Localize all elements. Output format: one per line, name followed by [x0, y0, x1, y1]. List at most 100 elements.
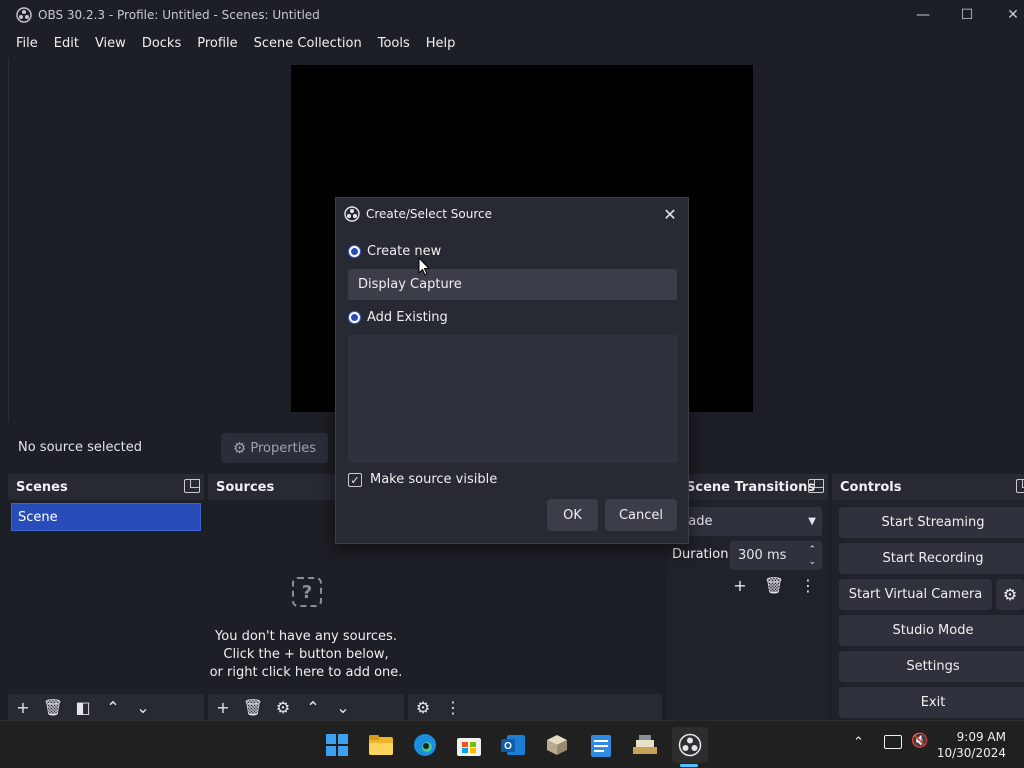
microsoft-store-icon[interactable] — [453, 729, 485, 761]
menu-bar: File Edit View Docks Profile Scene Colle… — [0, 30, 1024, 56]
duration-spinbox[interactable]: 300 ms ⌃ ⌄ — [730, 541, 822, 570]
outlook-icon[interactable]: O — [497, 729, 529, 761]
close-window-button[interactable]: ✕ — [990, 0, 1024, 30]
advanced-audio-button[interactable]: ⚙ — [408, 694, 438, 720]
edge-browser-icon[interactable] — [409, 729, 441, 761]
empty-line-3: or right click here to add one. — [209, 665, 403, 680]
remove-transition-button[interactable]: 🗑 — [759, 572, 789, 598]
exit-button[interactable]: Exit — [839, 687, 1024, 718]
close-icon: ✕ — [1007, 7, 1019, 23]
dialog-close-button[interactable]: ✕ — [660, 204, 680, 224]
add-transition-button[interactable]: + — [725, 572, 755, 598]
add-source-button[interactable]: + — [208, 694, 238, 720]
windows-start-icon[interactable] — [321, 729, 353, 761]
move-scene-down-button[interactable]: ⌄ — [128, 694, 158, 720]
speaker-muted-icon[interactable]: 🔇 — [911, 733, 928, 749]
make-visible-checkbox[interactable]: ✓ — [348, 473, 362, 487]
scenes-dock-header: Scenes — [8, 474, 204, 500]
empty-line-1: You don't have any sources. — [215, 629, 397, 644]
duration-label: Duration — [672, 547, 729, 562]
network-icon[interactable] — [884, 735, 902, 749]
chevron-up-icon: ⌃ — [106, 697, 120, 717]
scenes-toolbar: + 🗑 ◧ ⌃ ⌄ — [8, 694, 204, 720]
notepad-icon[interactable] — [585, 729, 617, 761]
move-source-up-button[interactable]: ⌃ — [298, 694, 328, 720]
more-vertical-icon: ⋮ — [800, 575, 816, 595]
sources-title: Sources — [216, 479, 275, 495]
move-source-down-button[interactable]: ⌄ — [328, 694, 358, 720]
menu-view[interactable]: View — [87, 36, 134, 51]
existing-sources-list[interactable] — [348, 335, 678, 463]
chevron-down-icon: ▼ — [808, 516, 816, 527]
start-recording-label: Start Recording — [882, 551, 984, 566]
properties-button[interactable]: ⚙ Properties — [221, 433, 328, 463]
studio-mode-button[interactable]: Studio Mode — [839, 615, 1024, 646]
add-existing-radio[interactable] — [348, 311, 361, 324]
obs-studio-icon[interactable] — [672, 727, 708, 763]
plus-icon: + — [733, 575, 747, 595]
menu-tools[interactable]: Tools — [370, 36, 418, 51]
transition-menu-button[interactable]: ⋮ — [793, 572, 823, 598]
start-virtual-camera-button[interactable]: Start Virtual Camera — [839, 579, 992, 610]
menu-edit[interactable]: Edit — [46, 36, 87, 51]
scenes-list[interactable]: Scene — [8, 500, 204, 694]
move-scene-up-button[interactable]: ⌃ — [98, 694, 128, 720]
mixer-menu-button[interactable]: ⋮ — [438, 694, 468, 720]
empty-line-2: Click the + button below, — [223, 647, 389, 662]
stack-app-icon[interactable] — [629, 729, 661, 761]
scene-list-item[interactable]: Scene — [11, 503, 201, 531]
menu-file[interactable]: File — [8, 36, 46, 51]
minimize-button[interactable]: — — [900, 0, 946, 30]
add-scene-button[interactable]: + — [8, 694, 38, 720]
start-recording-button[interactable]: Start Recording — [839, 543, 1024, 574]
chevron-up-icon: ⌃ — [306, 697, 320, 717]
undock-icon[interactable] — [808, 479, 824, 493]
obs-logo-icon — [16, 7, 32, 23]
undock-icon[interactable] — [1016, 479, 1024, 493]
settings-button[interactable]: Settings — [839, 651, 1024, 682]
source-name-input[interactable]: Display Capture — [348, 269, 677, 300]
menu-scene-collection[interactable]: Scene Collection — [246, 36, 370, 51]
menu-docks[interactable]: Docks — [134, 36, 189, 51]
menu-profile[interactable]: Profile — [189, 36, 245, 51]
mouse-cursor-icon — [418, 257, 430, 276]
obs-main-window: OBS 30.2.3 - Profile: Untitled - Scenes:… — [0, 0, 1024, 720]
undock-icon[interactable] — [184, 479, 200, 493]
active-app-indicator — [680, 764, 698, 767]
source-properties-button[interactable]: ⚙ — [268, 694, 298, 720]
cancel-label: Cancel — [618, 507, 664, 523]
filter-icon: ◧ — [75, 697, 91, 717]
menu-help[interactable]: Help — [418, 36, 464, 51]
cancel-button[interactable]: Cancel — [605, 499, 677, 531]
file-explorer-icon[interactable] — [365, 729, 397, 761]
more-vertical-icon: ⋮ — [445, 697, 461, 717]
ok-button[interactable]: OK — [547, 499, 598, 531]
remove-scene-button[interactable]: 🗑 — [38, 694, 68, 720]
svg-text:O: O — [504, 741, 512, 752]
virtual-camera-settings-button[interactable]: ⚙ — [996, 579, 1024, 610]
transition-select[interactable]: Fade ▼ — [672, 507, 822, 536]
scene-transitions-title: Scene Transitions — [686, 479, 816, 495]
scene-filters-button[interactable]: ◧ — [68, 694, 98, 720]
make-visible-label: Make source visible — [370, 472, 498, 487]
system-clock[interactable]: 9:09 AM 10/30/2024 — [937, 729, 1006, 761]
start-streaming-button[interactable]: Start Streaming — [839, 507, 1024, 538]
3d-box-icon[interactable] — [541, 729, 573, 761]
plus-icon: + — [16, 697, 30, 717]
trash-icon: 🗑 — [42, 697, 64, 717]
start-streaming-label: Start Streaming — [881, 515, 985, 530]
plus-icon: + — [216, 697, 230, 717]
sources-toolbar: + 🗑 ⚙ ⌃ ⌄ — [208, 694, 404, 720]
window-title: OBS 30.2.3 - Profile: Untitled - Scenes:… — [38, 8, 320, 22]
add-existing-label: Add Existing — [367, 310, 448, 325]
remove-source-button[interactable]: 🗑 — [238, 694, 268, 720]
create-new-radio[interactable] — [348, 245, 361, 258]
maximize-button[interactable]: ☐ — [944, 0, 990, 30]
exit-label: Exit — [920, 695, 946, 710]
ok-label: OK — [563, 507, 582, 523]
controls-header: Controls — [832, 474, 1024, 500]
clock-time: 9:09 AM — [956, 730, 1006, 744]
clock-date: 10/30/2024 — [936, 746, 1006, 760]
chevron-up-icon[interactable]: ⌃ — [853, 735, 864, 750]
close-icon: ✕ — [663, 204, 677, 224]
